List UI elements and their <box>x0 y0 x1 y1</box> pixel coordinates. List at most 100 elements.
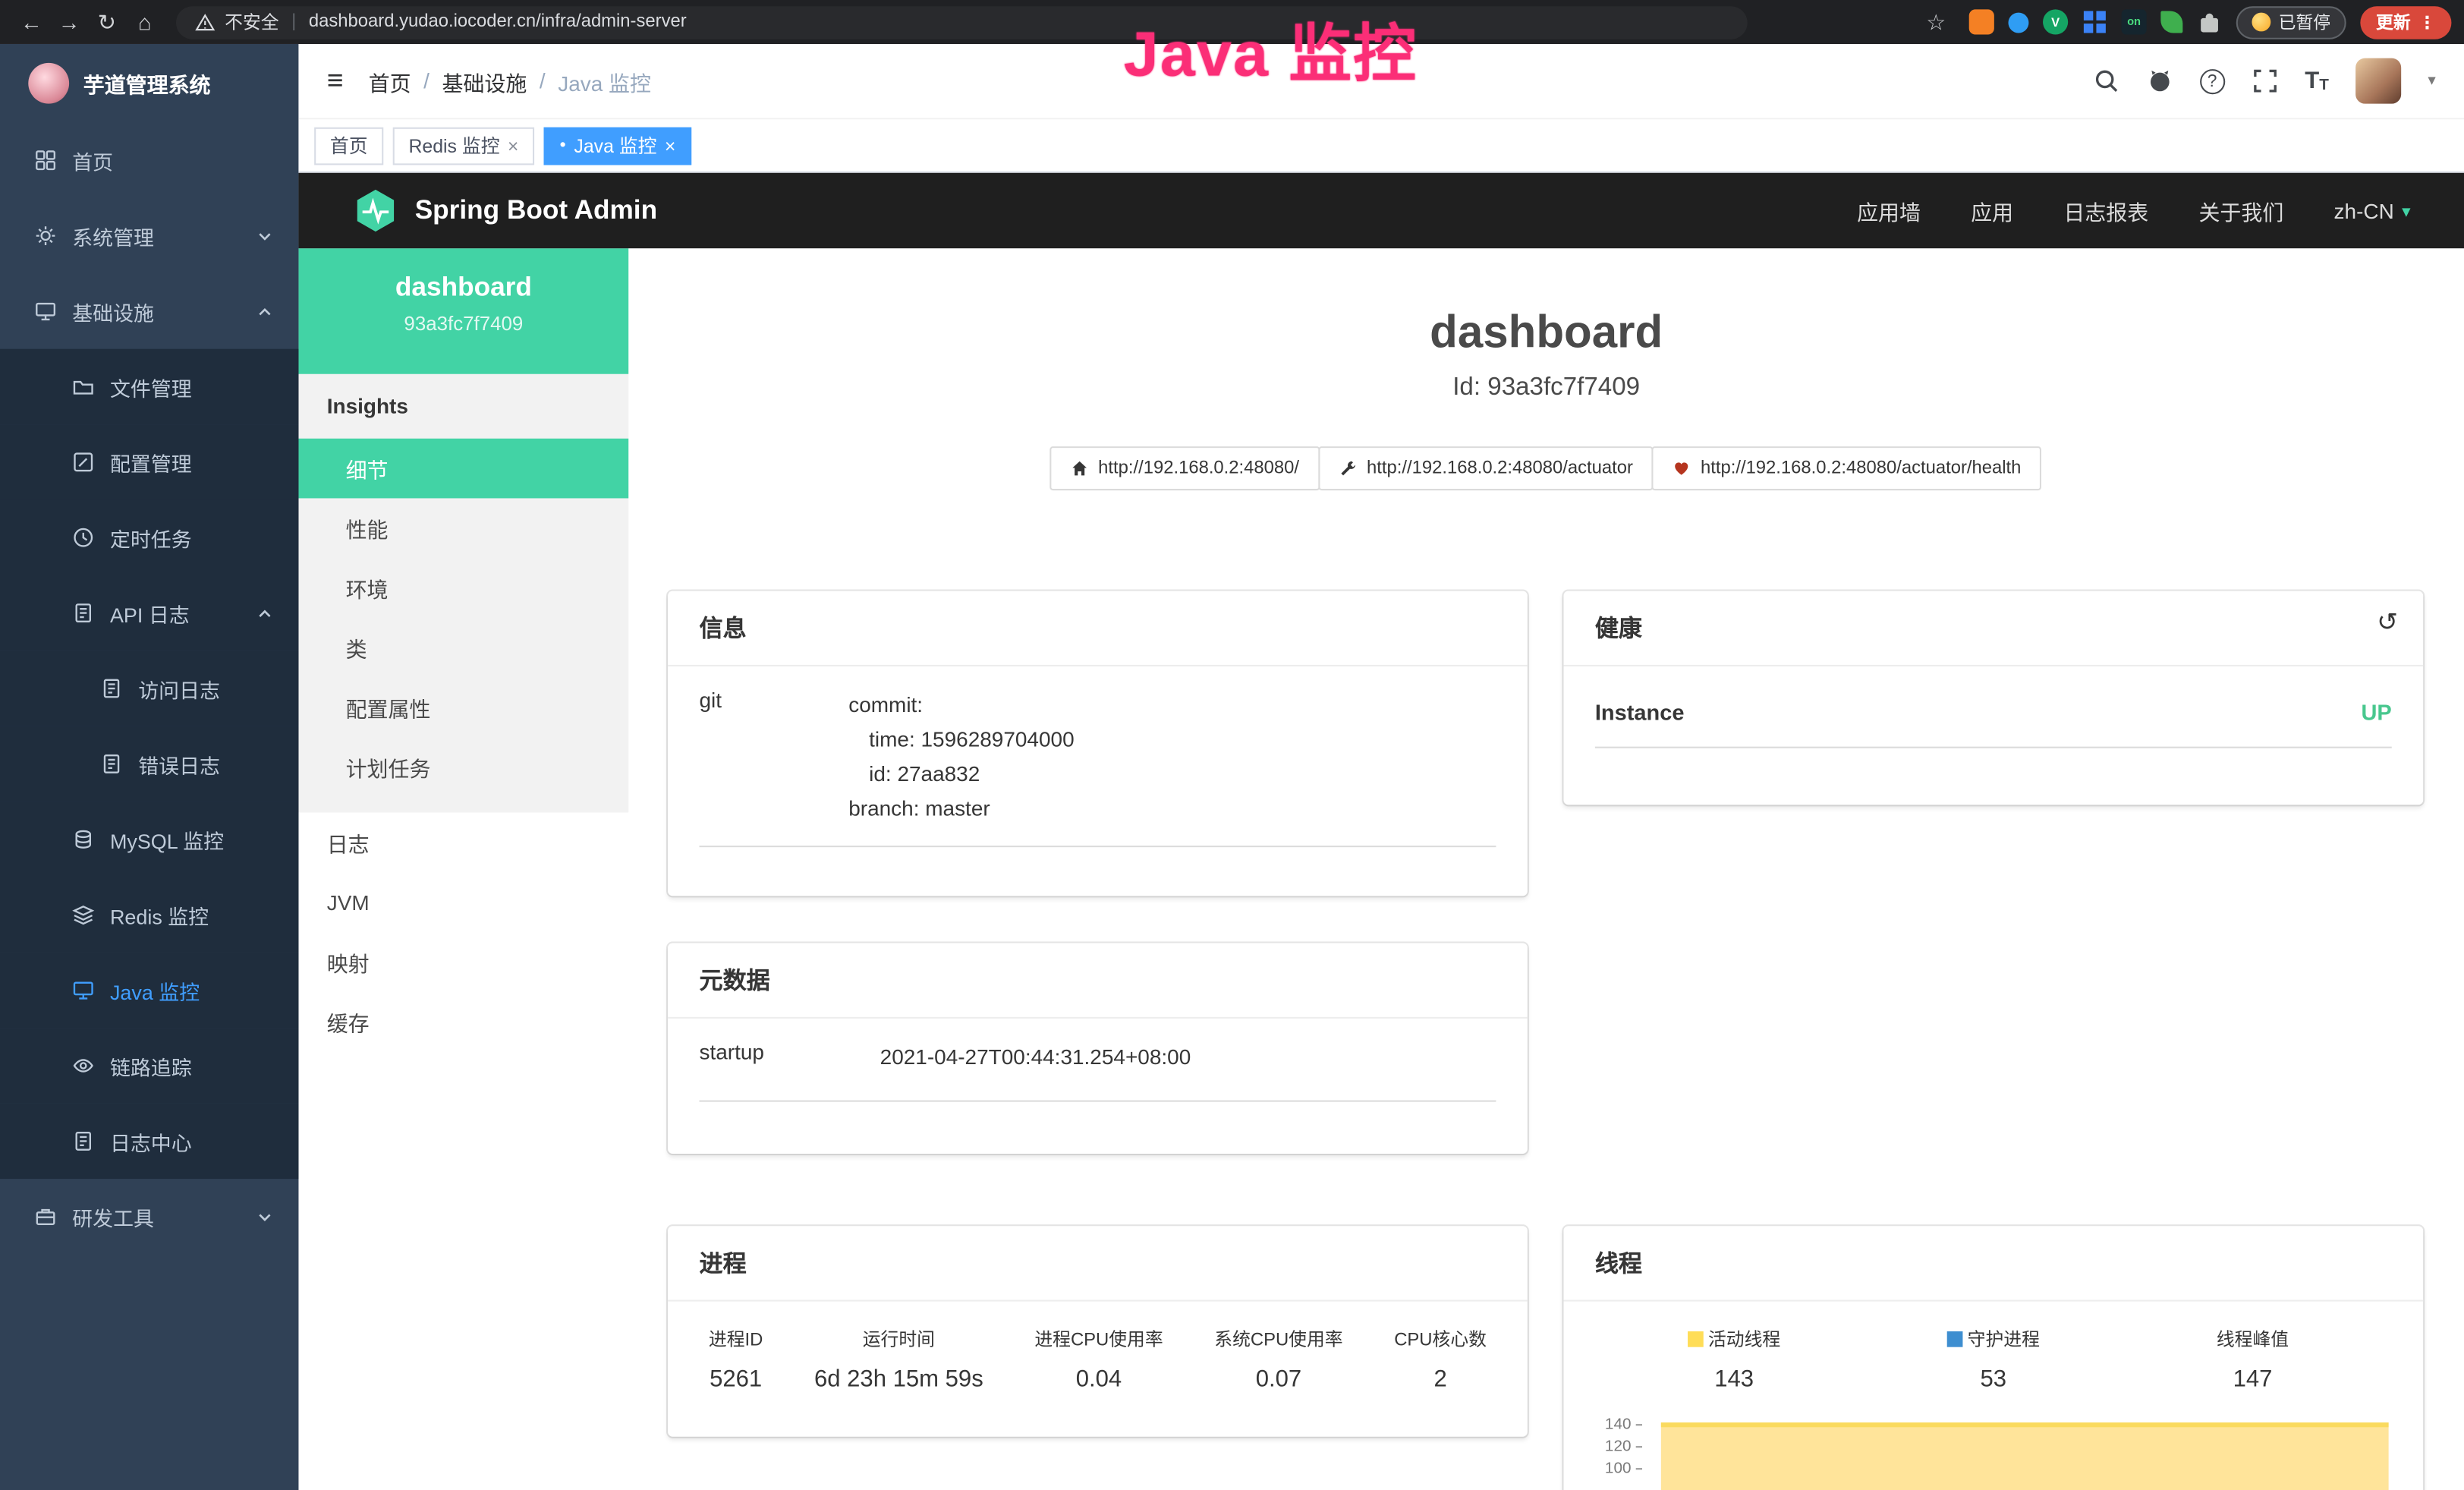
user-menu-caret-icon[interactable]: ▾ <box>2428 72 2435 90</box>
sidebar-item-infrastructure[interactable]: 基础设施 <box>0 273 298 348</box>
sidebar-item-file-mgmt[interactable]: 文件管理 <box>0 349 298 424</box>
browser-reload-button[interactable]: ↻ <box>88 8 126 35</box>
metadata-card-title: 元数据 <box>668 943 1528 1018</box>
tab-home[interactable]: 首页 <box>314 127 383 165</box>
sba-menu-config-props[interactable]: 配置属性 <box>298 678 628 738</box>
sidebar-item-config-mgmt[interactable]: 配置管理 <box>0 424 298 499</box>
chrome-update-button[interactable]: 更新 ⋮ <box>2360 5 2451 38</box>
sba-instance-header[interactable]: dashboard 93a3fc7f7409 <box>298 248 628 374</box>
sidebar-collapse-icon[interactable]: ≡ <box>327 65 344 97</box>
sba-menu-classes[interactable]: 类 <box>298 618 628 678</box>
sidebar-item-label: 定时任务 <box>110 523 192 553</box>
sba-brand[interactable]: Spring Boot Admin <box>415 195 657 226</box>
info-line: id: 27aa832 <box>869 758 1074 792</box>
sidebar-item-home[interactable]: 首页 <box>0 123 298 198</box>
sidebar-item-redis-monitor[interactable]: Redis 监控 <box>0 877 298 953</box>
info-card-title: 信息 <box>668 591 1528 666</box>
extension-icon[interactable] <box>1969 9 1994 34</box>
sba-menu-environment[interactable]: 环境 <box>298 558 628 618</box>
extension-leaf-icon[interactable] <box>2160 11 2182 33</box>
health-url-button[interactable]: http://192.168.0.2:48080/actuator/health <box>1652 446 2041 490</box>
actuator-url: http://192.168.0.2:48080/actuator <box>1367 459 1633 478</box>
active-dot-icon: ● <box>559 140 566 150</box>
bookmark-star-icon[interactable]: ☆ <box>1917 8 1955 35</box>
legend-swatch-blue <box>1947 1331 1963 1347</box>
user-avatar[interactable] <box>2355 58 2401 104</box>
admin-sidebar: 芋道管理系统 首页 系统管理 基础设施 文件管理 配置管理 定时任务 <box>0 44 298 1490</box>
app-logo-row[interactable]: 芋道管理系统 <box>0 44 298 123</box>
edit-icon <box>72 451 94 473</box>
tab-redis-monitor[interactable]: Redis 监控 × <box>393 127 534 165</box>
sidebar-item-log-center[interactable]: 日志中心 <box>0 1104 298 1179</box>
extensions-puzzle-icon[interactable] <box>2197 9 2222 34</box>
sidebar-item-java-monitor[interactable]: Java 监控 <box>0 953 298 1028</box>
sba-instance-name: dashboard <box>298 272 628 303</box>
health-status-badge: UP <box>2361 698 2391 723</box>
sidebar-item-access-log[interactable]: 访问日志 <box>0 650 298 726</box>
sidebar-item-label: 研发工具 <box>72 1202 154 1231</box>
sidebar-item-system-mgmt[interactable]: 系统管理 <box>0 198 298 273</box>
health-url: http://192.168.0.2:48080/actuator/health <box>1701 459 2021 478</box>
sidebar-item-error-log[interactable]: 错误日志 <box>0 726 298 802</box>
service-url-button[interactable]: http://192.168.0.2:48080/ <box>1049 446 1320 490</box>
tab-java-monitor[interactable]: ● Java 监控 × <box>544 127 692 165</box>
database-icon <box>72 828 94 850</box>
service-url: http://192.168.0.2:48080/ <box>1098 459 1299 478</box>
sidebar-item-scheduled-jobs[interactable]: 定时任务 <box>0 500 298 575</box>
sba-menu-details[interactable]: 细节 <box>298 439 628 499</box>
address-bar[interactable]: 不安全 | dashboard.yudao.iocoder.cn/infra/a… <box>176 5 1748 38</box>
sba-menu-jvm[interactable]: JVM <box>298 872 628 932</box>
legend-label: 守护进程 <box>1864 1327 2123 1352</box>
info-row-label: git <box>700 688 849 827</box>
extension-icon[interactable] <box>2008 12 2028 33</box>
instance-subtitle: Id: 93a3fc7f7409 <box>628 374 2464 402</box>
font-size-icon[interactable]: TT <box>2305 68 2329 94</box>
breadcrumb-infrastructure[interactable]: 基础设施 <box>442 65 527 96</box>
browser-home-button[interactable]: ⌂ <box>126 9 164 34</box>
stat-value: 0.07 <box>1214 1366 1342 1393</box>
sba-menu-scheduled-tasks[interactable]: 计划任务 <box>298 737 628 797</box>
stat-value: 0.04 <box>1034 1366 1163 1393</box>
monitor-icon <box>35 301 57 323</box>
github-icon[interactable] <box>2146 68 2173 94</box>
sba-nav-journal[interactable]: 日志报表 <box>2063 195 2148 226</box>
sba-language-select[interactable]: zh-CN ▾ <box>2334 199 2411 222</box>
extension-grid-icon[interactable] <box>2082 9 2107 34</box>
threads-card-title: 线程 <box>1563 1226 2423 1301</box>
tab-close-icon[interactable]: × <box>508 134 519 156</box>
annotation-java-monitor: Java 监控 <box>1124 3 1418 94</box>
sba-menu-logging[interactable]: 日志 <box>298 813 628 873</box>
extension-on-badge-icon[interactable]: on <box>2122 9 2147 34</box>
sba-menu-caches[interactable]: 缓存 <box>298 992 628 1052</box>
sba-nav-links: 应用墙 应用 日志报表 关于我们 zh-CN ▾ <box>1857 195 2411 226</box>
heart-icon <box>1673 459 1691 478</box>
tab-close-icon[interactable]: × <box>665 134 676 156</box>
stat-value: 2 <box>1394 1366 1487 1393</box>
sba-menu-metrics[interactable]: 性能 <box>298 498 628 558</box>
stat-label: 系统CPU使用率 <box>1214 1327 1342 1352</box>
browser-back-button[interactable]: ← <box>13 9 51 34</box>
search-icon[interactable] <box>2093 68 2119 94</box>
actuator-url-button[interactable]: http://192.168.0.2:48080/actuator <box>1318 446 1654 490</box>
profile-paused-chip[interactable]: 已暂停 <box>2236 5 2346 38</box>
sba-nav-applications[interactable]: 应用 <box>1971 195 2013 226</box>
sidebar-item-api-log[interactable]: API 日志 <box>0 575 298 650</box>
sidebar-item-trace[interactable]: 链路追踪 <box>0 1028 298 1103</box>
sba-menu-mappings[interactable]: 映射 <box>298 932 628 992</box>
sba-instance-id: 93a3fc7f7409 <box>298 313 628 335</box>
legend-label: 线程峰值 <box>2123 1327 2383 1352</box>
sba-nav-about[interactable]: 关于我们 <box>2198 195 2283 226</box>
sba-nav-wallboard[interactable]: 应用墙 <box>1857 195 1921 226</box>
sidebar-item-mysql-monitor[interactable]: MySQL 监控 <box>0 802 298 877</box>
history-icon[interactable]: ↺ <box>2377 606 2398 638</box>
fullscreen-icon[interactable] <box>2252 68 2278 94</box>
process-stat: CPU核心数 2 <box>1394 1327 1487 1393</box>
browser-forward-button[interactable]: → <box>50 9 88 34</box>
breadcrumb-home[interactable]: 首页 <box>369 65 411 96</box>
legend-value: 143 <box>1604 1366 1864 1393</box>
extension-icon[interactable]: V <box>2043 9 2068 34</box>
sidebar-item-label: 日志中心 <box>110 1126 192 1156</box>
sidebar-item-label: 文件管理 <box>110 372 192 402</box>
sidebar-item-dev-tools[interactable]: 研发工具 <box>0 1179 298 1254</box>
help-icon[interactable]: ? <box>2199 68 2224 93</box>
